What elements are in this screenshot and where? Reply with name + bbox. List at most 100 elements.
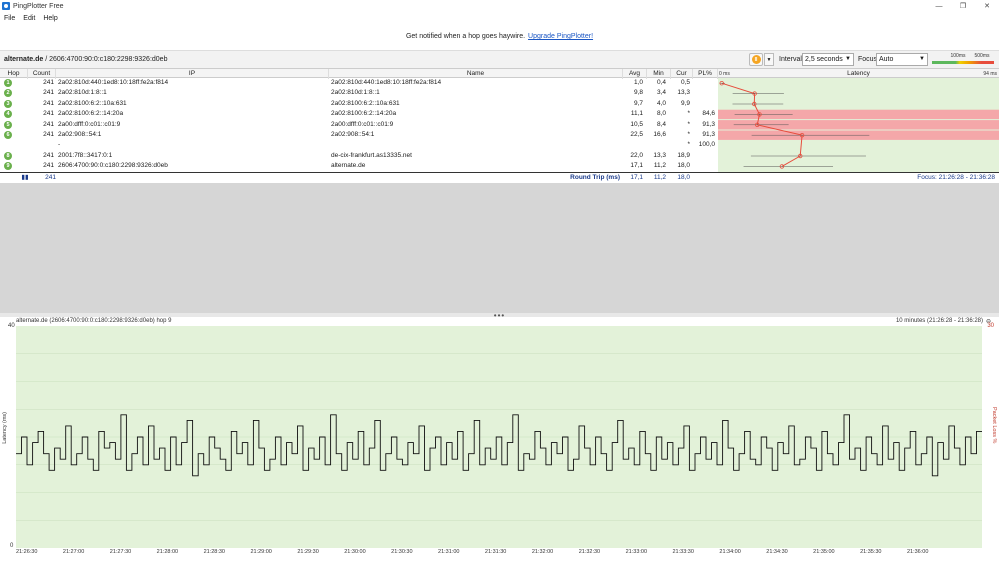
timeline-svg — [16, 353, 982, 521]
interval-value: 2,5 seconds — [805, 56, 843, 63]
cell-min: 16,6 — [653, 131, 666, 138]
minimize-button[interactable]: — — [927, 0, 951, 12]
cell-ip: 2606:4700:90:0:c180:2298:9326:d0eb — [58, 162, 168, 170]
timeline-graph-panel: alternate.de (2606:4700:90:0:c180:2298:9… — [0, 317, 999, 561]
cell-pl — [693, 78, 715, 88]
close-button[interactable]: ✕ — [975, 0, 999, 12]
cell-avg: 22,5 — [630, 131, 643, 138]
hop-number-badge: 8 — [4, 151, 12, 160]
latency-series-line — [16, 414, 982, 477]
table-row[interactable]: 9 241 2606:4700:90:0:c180:2298:9326:d0eb al… — [0, 161, 718, 171]
pause-button[interactable]: II — [749, 53, 763, 66]
cell-avg: 1,0 — [633, 79, 643, 86]
cell-min: 8,0 — [656, 110, 666, 118]
cell-name: de-cix-frankfurt.as13335.net — [331, 151, 412, 159]
cell-ip: 2a02:810d:440:1ed8:10:18ff:fe2a:f814 — [58, 79, 169, 86]
pause-dropdown-button[interactable]: ▼ — [764, 53, 774, 66]
x-tick-label: 21:31:00 — [438, 549, 460, 555]
table-row[interactable]: 3 241 2a02:8100:6:2::10a:631 2a02:8100:6:2:… — [0, 99, 718, 109]
cell-min: 3,4 — [656, 89, 666, 97]
hop-latency-graph[interactable]: 0 ms 94 ms — [718, 71, 999, 172]
table-header: Hop Count IP Name Avg Min Cur PL% Latenc… — [0, 68, 999, 79]
timeline-plot-area[interactable] — [16, 326, 982, 548]
table-row[interactable]: 8 241 2001:7f8::3417:0:1 de-cix-frankfurt.a… — [0, 151, 718, 161]
cell-ip: 2a02:908::54:1 — [58, 131, 102, 138]
table-row[interactable]: 2 241 2a02:810d:1:8::1 2a02:810d:1:8::1 9,8 3… — [0, 88, 718, 98]
x-tick-label: 21:27:30 — [109, 549, 132, 555]
x-tick-label: 21:26:30 — [16, 549, 38, 555]
window-controls: — ❐ ✕ — [927, 0, 999, 12]
x-tick-label: 21:28:00 — [156, 549, 179, 555]
cell-avg: 10,5 — [630, 120, 643, 128]
scale-500-label: 500ms — [974, 53, 990, 59]
cell-avg — [623, 140, 643, 150]
table-row[interactable]: 4 241 2a02:8100:6:2::14:20a 2a02:8100:6:2::… — [0, 109, 718, 119]
cell-min: 11,2 — [653, 162, 666, 170]
menu-edit[interactable]: Edit — [19, 15, 39, 22]
focus-select[interactable]: Auto ▼ — [876, 53, 928, 66]
table-row[interactable]: - * 100,0 — [0, 140, 718, 150]
menu-help[interactable]: Help — [39, 15, 61, 22]
table-row[interactable]: 6 241 2a02:908::54:1 2a02:908::54:1 22,5 16,6… — [0, 130, 718, 140]
cell-count: 241 — [43, 99, 54, 107]
table-row[interactable]: 1 241 2a02:810d:440:1ed8:10:18ff:fe2a:f814… — [0, 78, 718, 88]
cell-ip: 2a02:810d:1:8::1 — [58, 89, 107, 97]
hop-number-badge: 6 — [4, 131, 12, 139]
cell-count: 241 — [43, 120, 54, 128]
window-title: PingPlotter Free — [13, 2, 64, 10]
cell-avg: 11,1 — [630, 110, 643, 118]
y-axis-label: Latency (ms) — [2, 412, 8, 444]
y-axis-min: 0 — [10, 543, 14, 549]
y2-axis-label: Packet Loss % — [991, 407, 997, 444]
latency-max-label: 94 ms — [983, 71, 997, 77]
cell-avg: 22,0 — [630, 151, 643, 159]
cell-cur: * — [687, 141, 690, 149]
timeline-range[interactable]: 10 minutes (21:26:28 - 21:36:28) — [896, 318, 983, 324]
cell-name: 2a02:908::54:1 — [331, 131, 375, 138]
cell-avg: 9,8 — [633, 89, 643, 97]
pause-icon: II — [751, 55, 761, 64]
upgrade-banner: Get notified when a hop goes haywire. Up… — [0, 24, 999, 49]
cell-avg: 17,1 — [630, 162, 643, 170]
cell-min: 4,0 — [656, 99, 666, 107]
cell-pl — [693, 88, 715, 98]
target-name[interactable]: alternate.de — [4, 56, 43, 63]
hop-latency-svg — [718, 80, 999, 169]
banner-text: Get notified when a hop goes haywire. — [405, 33, 526, 40]
scale-100-label: 100ms — [950, 53, 966, 59]
maximize-button[interactable]: ❐ — [951, 0, 975, 12]
summary-count: 241 — [45, 174, 56, 181]
hop-number-badge: 2 — [4, 89, 12, 98]
summary-label: Round Trip (ms) — [570, 174, 620, 181]
x-tick-label: 21:29:30 — [297, 549, 319, 555]
cell-avg: 9,7 — [633, 99, 643, 107]
x-tick-label: 21:35:30 — [860, 549, 882, 555]
x-tick-label: 21:28:30 — [203, 549, 225, 555]
hop-number-badge: 5 — [4, 120, 12, 129]
x-tick-label: 21:32:00 — [531, 549, 554, 555]
x-axis-ticks: 21:26:30 21:27:00 21:27:30 21:28:00 21:28:30… — [16, 549, 982, 559]
table-row[interactable]: 5 241 2a00:dfff:0:c01::c01:9 2a00:dfff:0:c0… — [0, 120, 718, 130]
cell-cur: * — [687, 120, 690, 128]
cell-cur: 18,9 — [677, 151, 690, 159]
x-tick-label: 21:35:00 — [813, 549, 835, 555]
x-tick-label: 21:32:30 — [578, 549, 601, 555]
cell-count: 241 — [43, 131, 54, 138]
cell-cur: 9,9 — [680, 99, 690, 107]
menu-file[interactable]: File — [0, 15, 19, 22]
interval-select[interactable]: 2,5 seconds ▼ — [802, 53, 854, 66]
cell-ip: - — [58, 141, 61, 149]
focus-value: Auto — [879, 56, 894, 63]
x-tick-label: 21:33:00 — [625, 549, 648, 555]
cell-count: 241 — [43, 110, 54, 118]
scale-color-bar — [932, 61, 994, 64]
hop-number-badge: 1 — [4, 79, 12, 87]
x-tick-label: 21:30:30 — [391, 549, 413, 555]
cell-ip: 2a02:8100:6:2::14:20a — [58, 110, 124, 118]
x-tick-label: 21:36:00 — [906, 549, 929, 555]
cell-count: 241 — [43, 89, 54, 97]
target-breadcrumb: alternate.de / 2606:4700:90:0:c180:2298:… — [4, 56, 167, 63]
upgrade-link[interactable]: Upgrade PingPlotter! — [528, 33, 593, 40]
cell-cur: 13,3 — [677, 89, 690, 97]
chevron-down-icon: ▼ — [845, 56, 851, 62]
